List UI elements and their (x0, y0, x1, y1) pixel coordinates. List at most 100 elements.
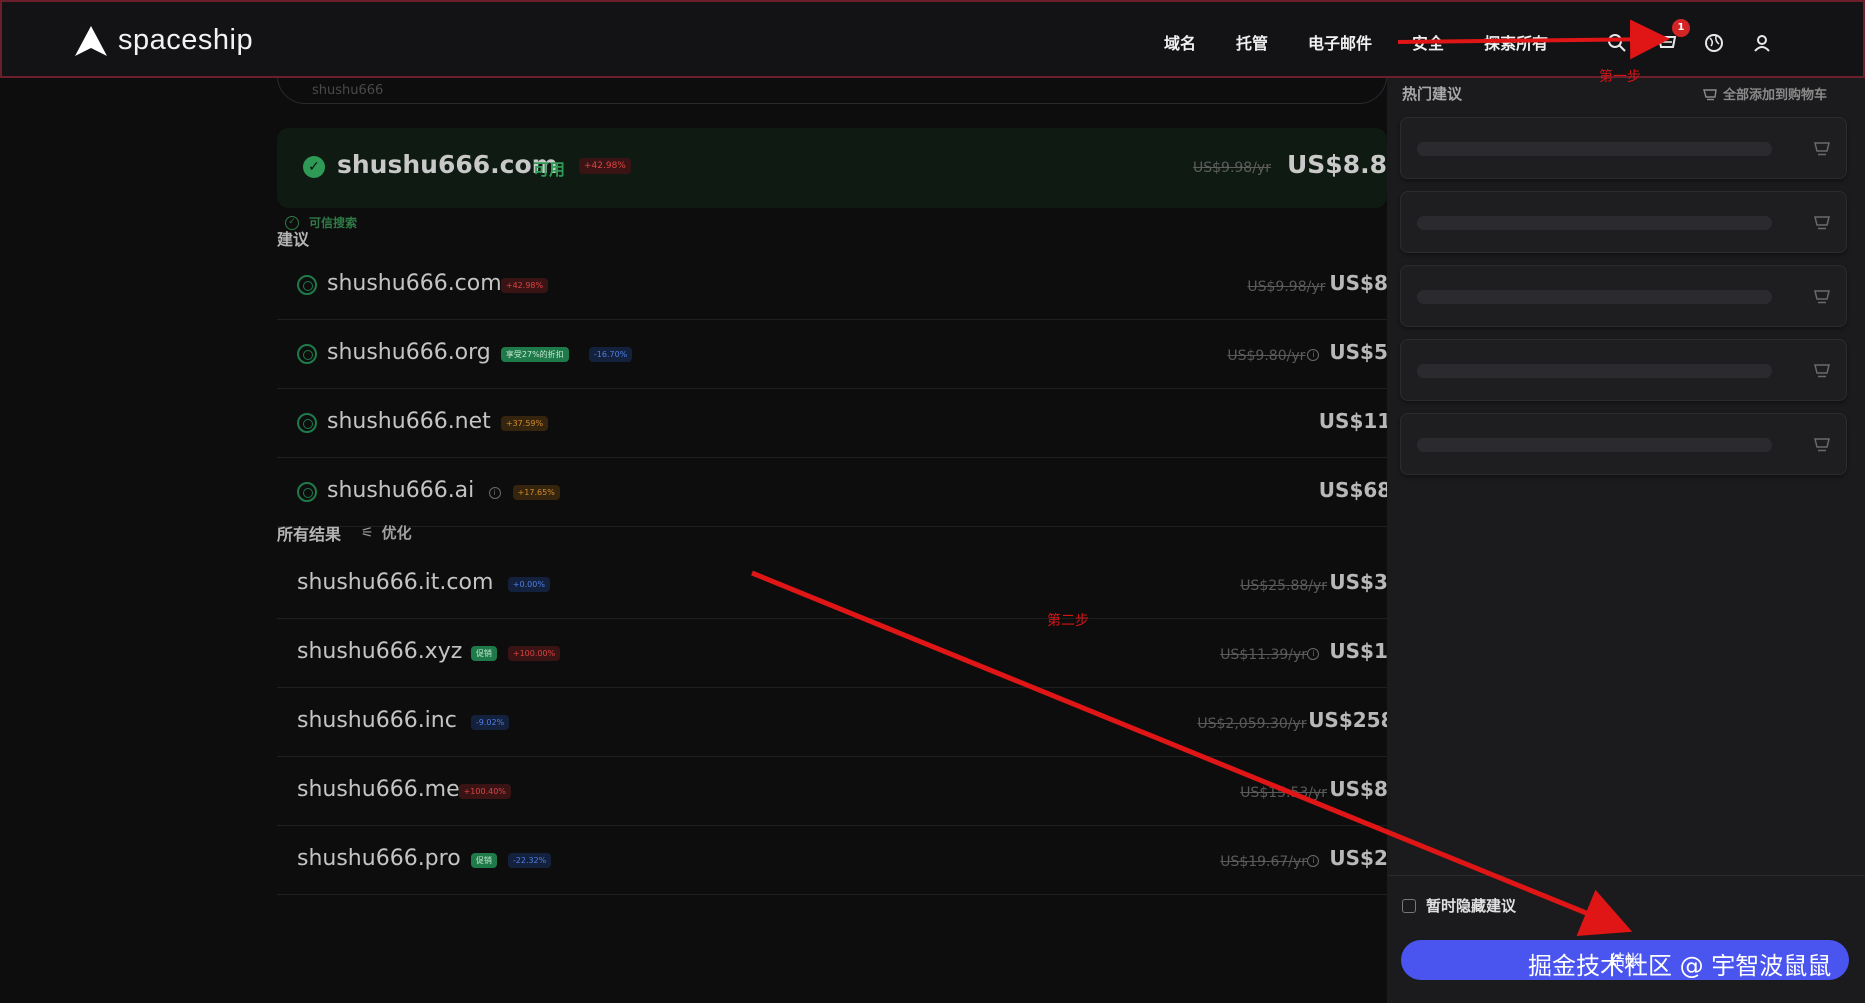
domain-name: shushu666.ai (327, 478, 475, 503)
cart-add-icon (1703, 88, 1717, 100)
promo-badge: 促销 (470, 853, 497, 868)
add-to-cart-icon[interactable] (1813, 361, 1831, 379)
domain-price: US$11.2 (1318, 409, 1387, 433)
original-price: US$19.67/yr (1220, 854, 1308, 870)
promo-badge: 享受27%的折扣 (500, 347, 569, 362)
optimize-label: 优化 (381, 524, 412, 542)
original-price: US$15.53/yr (1240, 785, 1328, 801)
domain-name: shushu666.inc (297, 708, 457, 733)
suggestion-skeleton-card (1400, 117, 1847, 179)
search-results: shushu666 ✓ shushu666.com 可用 +42.98% US$… (277, 78, 1387, 1003)
domain-ring-icon (297, 413, 317, 433)
domain-price: US$1.8 (1329, 639, 1387, 663)
optimize-filter-button[interactable]: ⚟ 优化 (361, 522, 412, 543)
domain-price: US$5.6 (1329, 340, 1387, 364)
domain-price: US$3.6 (1329, 570, 1387, 594)
nav-security[interactable]: 安全 (1412, 30, 1444, 54)
nav-email[interactable]: 电子邮件 (1308, 30, 1372, 54)
cart-icon[interactable] (1656, 32, 1678, 54)
cart-count-badge: 1 (1672, 19, 1690, 37)
price-change-badge: +100.00% (507, 646, 561, 661)
exact-match-result[interactable]: ✓ shushu666.com 可用 +42.98% US$9.98/yr US… (277, 128, 1387, 208)
domain-row[interactable]: shushu666.inc -9.02% US$258.7US$2,059.30/y… (277, 688, 1387, 757)
price-change-badge: -16.70% (588, 347, 633, 362)
add-to-cart-icon[interactable] (1813, 213, 1831, 231)
domain-name: shushu666.net (327, 409, 491, 434)
skeleton-bar (1417, 216, 1772, 230)
domain-name: shushu666.pro (297, 846, 461, 871)
nav-hosting[interactable]: 托管 (1236, 30, 1268, 54)
availability-status: 可用 (533, 160, 566, 179)
panel-divider (1387, 875, 1865, 876)
step1-annotation: 第一步 (1599, 69, 1641, 85)
domain-name: shushu666.xyz (297, 639, 463, 664)
domain-row[interactable]: shushu666.com+42.98% US$8.8US$9.98/yr (277, 251, 1387, 320)
search-icon[interactable] (1606, 32, 1628, 54)
skeleton-bar (1417, 438, 1772, 452)
domain-name: shushu666.org (327, 340, 491, 365)
price-change-badge: +100.40% (458, 784, 511, 799)
domain-ring-icon (297, 275, 317, 295)
promo-badge: 促销 (470, 646, 497, 661)
hide-suggestions-checkbox[interactable] (1402, 898, 1416, 913)
domain-ring-icon (297, 344, 317, 364)
price-change-badge: -22.32% (507, 853, 552, 868)
skeleton-bar (1417, 142, 1772, 156)
logo[interactable]: spaceship (74, 24, 253, 57)
add-to-cart-icon[interactable] (1813, 287, 1831, 305)
add-to-cart-icon[interactable] (1813, 139, 1831, 157)
suggestion-skeleton-card (1400, 265, 1847, 327)
account-user-icon[interactable] (1751, 32, 1773, 54)
price-change-badge: +17.65% (512, 485, 560, 500)
domain-price: US$8.2 (1329, 777, 1387, 801)
info-icon[interactable]: i (488, 487, 501, 499)
trusted-search-label: 可信搜索 (309, 216, 358, 230)
hide-suggestions-toggle[interactable]: 暂时隐藏建议 (1402, 895, 1516, 916)
current-price: US$8.88 (1287, 150, 1387, 179)
exact-match-domain: shushu666.com (337, 150, 558, 179)
hide-suggestions-label: 暂时隐藏建议 (1426, 897, 1517, 915)
domain-name: shushu666.it.com (297, 570, 494, 595)
domain-row[interactable]: shushu666.xyz 促销 +100.00% US$1.8 iUS$11.39/y… (277, 619, 1387, 688)
domain-price: US$68.9 (1318, 478, 1387, 502)
original-price: US$9.80/yr (1227, 348, 1306, 364)
domain-search-input[interactable]: shushu666 (277, 78, 1387, 104)
logo-text: spaceship (118, 24, 254, 56)
language-globe-icon[interactable] (1703, 32, 1725, 54)
info-icon[interactable]: i (1307, 855, 1320, 867)
nav-explore-all[interactable]: 探索所有 (1484, 30, 1548, 54)
spaceship-logo-icon (75, 25, 107, 56)
domain-price: US$258.7 (1308, 708, 1387, 732)
domain-price: US$2.5 (1329, 846, 1387, 870)
domain-row[interactable]: shushu666.it.com +0.00% US$3.6US$25.88/yr (277, 550, 1387, 619)
step2-annotation: 第二步 (1047, 613, 1089, 629)
domain-name: shushu666.me (297, 777, 460, 802)
domain-row[interactable]: shushu666.org 享受27%的折扣 -16.70% US$5.6 iUS$9.… (277, 320, 1387, 389)
original-price: US$9.98/yr (1193, 160, 1271, 176)
price-change-badge: +37.59% (500, 416, 549, 431)
domain-price: US$8.8 (1329, 271, 1387, 295)
info-icon[interactable]: i (1307, 349, 1320, 361)
domain-row[interactable]: shushu666.ai i +17.65% US$68.9 (277, 458, 1387, 527)
domain-row[interactable]: shushu666.me+100.40% US$8.2US$15.53/yr (277, 757, 1387, 826)
search-value: shushu666 (312, 83, 384, 98)
suggestion-skeleton-card (1400, 413, 1847, 475)
price-change-badge: +42.98% (579, 158, 631, 174)
price-change-badge: +42.98% (500, 278, 549, 293)
skeleton-bar (1417, 290, 1772, 304)
original-price: US$9.98/yr (1247, 279, 1326, 295)
add-to-cart-icon[interactable] (1813, 435, 1831, 453)
nav-domains[interactable]: 域名 (1164, 30, 1196, 54)
domain-row[interactable]: shushu666.pro 促销 -22.32% US$2.5 iUS$19.67/yr (277, 826, 1387, 895)
suggestions-heading: 建议 (277, 230, 310, 249)
info-icon[interactable]: i (1307, 648, 1320, 660)
domain-row[interactable]: shushu666.net +37.59% US$11.2 (277, 389, 1387, 458)
available-check-icon: ✓ (303, 156, 325, 178)
add-all-to-cart-button[interactable]: 全部添加到购物车 (1703, 84, 1827, 103)
top-navbar: spaceship 域名 托管 电子邮件 安全 探索所有 1 (0, 0, 1865, 78)
original-price: US$25.88/yr (1240, 578, 1328, 594)
main-nav: 域名 托管 电子邮件 安全 探索所有 (1164, 30, 1588, 54)
suggestion-skeleton-card (1400, 191, 1847, 253)
original-price: US$11.39/yr (1220, 647, 1308, 663)
all-results-heading: 所有结果 (277, 525, 342, 544)
